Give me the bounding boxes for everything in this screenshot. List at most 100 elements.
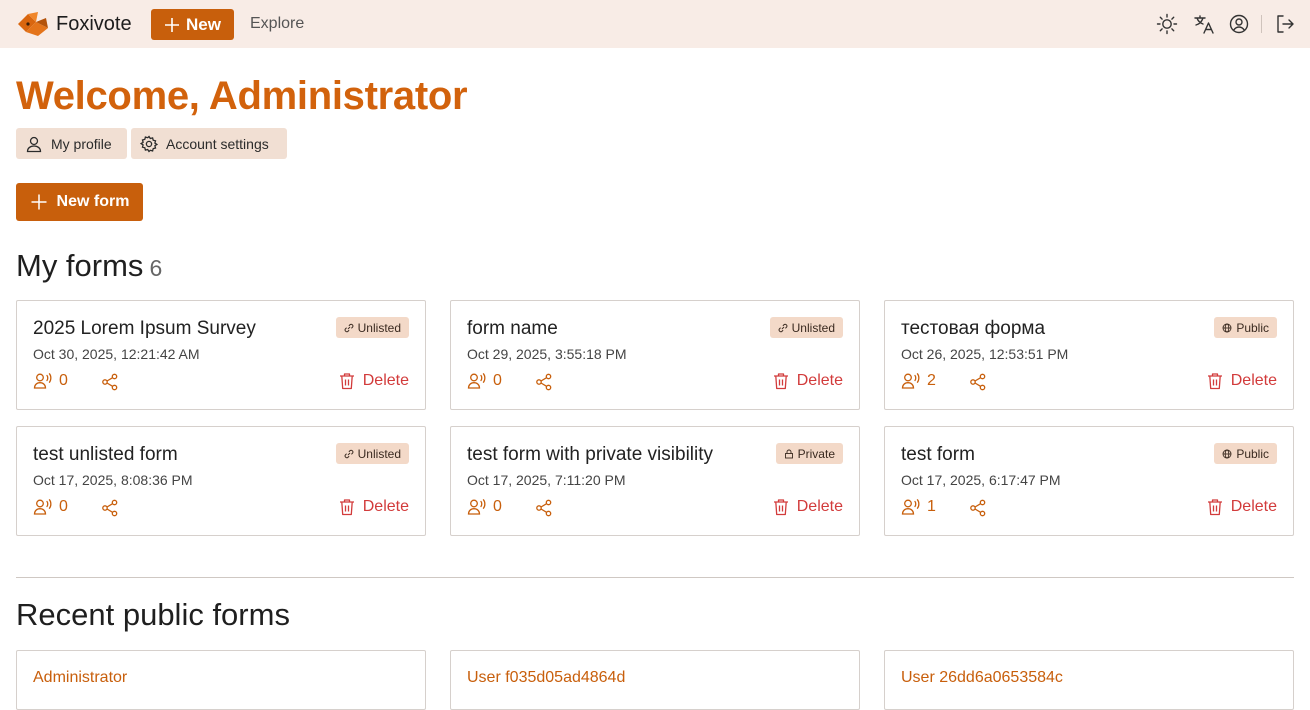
fox-logo[interactable] bbox=[16, 10, 50, 38]
visibility-label: Public bbox=[1236, 446, 1269, 461]
share-icon[interactable] bbox=[101, 373, 119, 391]
share-icon[interactable] bbox=[535, 373, 553, 391]
public-form-card[interactable]: User 26dd6a0653584c bbox=[884, 650, 1294, 710]
form-title[interactable]: test form with private visibility bbox=[467, 444, 713, 466]
delete-button[interactable]: Delete bbox=[773, 498, 843, 516]
explore-link[interactable]: Explore bbox=[250, 15, 304, 33]
my-forms-title: My forms bbox=[16, 248, 144, 283]
responses-icon bbox=[901, 499, 920, 515]
share-icon[interactable] bbox=[535, 499, 553, 517]
responses-count: 2 bbox=[927, 372, 936, 389]
form-card[interactable]: тестовая форма Oct 26, 2025, 12:53:51 PM P… bbox=[884, 300, 1294, 410]
form-date: Oct 17, 2025, 7:11:20 PM bbox=[467, 472, 626, 488]
form-title[interactable]: тестовая форма bbox=[901, 318, 1045, 340]
responses-count: 0 bbox=[59, 498, 68, 515]
author-link[interactable]: User f035d05ad4864d bbox=[467, 669, 625, 687]
responses-button[interactable]: 0 bbox=[467, 372, 502, 390]
trash-icon bbox=[1207, 499, 1222, 516]
recent-public-heading: Recent public forms bbox=[16, 597, 290, 632]
globe-icon bbox=[1222, 323, 1232, 332]
visibility-label: Private bbox=[797, 446, 835, 461]
account-settings-button[interactable]: Account settings bbox=[131, 128, 287, 159]
share-icon[interactable] bbox=[101, 499, 119, 517]
form-date: Oct 26, 2025, 12:53:51 PM bbox=[901, 346, 1069, 362]
author-link[interactable]: Administrator bbox=[33, 669, 127, 687]
page-title: Welcome, Administrator bbox=[16, 74, 468, 118]
delete-label: Delete bbox=[796, 498, 843, 515]
logout-icon[interactable] bbox=[1274, 13, 1296, 35]
my-profile-label: My profile bbox=[51, 135, 112, 152]
share-icon[interactable] bbox=[969, 373, 987, 391]
new-form-label: New form bbox=[56, 193, 130, 210]
public-form-card[interactable]: User f035d05ad4864d bbox=[450, 650, 860, 710]
form-card[interactable]: test unlisted form Oct 17, 2025, 8:08:36 … bbox=[16, 426, 426, 536]
visibility-label: Unlisted bbox=[357, 320, 401, 335]
visibility-label: Unlisted bbox=[791, 320, 835, 335]
plus-icon bbox=[165, 17, 180, 32]
lock-icon bbox=[784, 449, 793, 458]
new-form-button[interactable]: New form bbox=[16, 183, 143, 221]
responses-icon bbox=[33, 499, 52, 515]
trash-icon bbox=[773, 373, 788, 390]
responses-button[interactable]: 0 bbox=[33, 372, 68, 390]
gear-icon bbox=[140, 134, 158, 153]
delete-button[interactable]: Delete bbox=[1207, 372, 1277, 390]
visibility-badge: Unlisted bbox=[335, 443, 409, 464]
responses-button[interactable]: 1 bbox=[901, 498, 936, 516]
delete-button[interactable]: Delete bbox=[339, 372, 409, 390]
translate-icon[interactable] bbox=[1193, 13, 1215, 35]
form-date: Oct 17, 2025, 6:17:47 PM bbox=[901, 472, 1061, 488]
author-link[interactable]: User 26dd6a0653584c bbox=[901, 669, 1063, 687]
visibility-badge: Public bbox=[1214, 443, 1277, 464]
my-profile-button[interactable]: My profile bbox=[16, 128, 127, 159]
share-icon[interactable] bbox=[969, 499, 987, 517]
form-title[interactable]: test form bbox=[901, 444, 975, 466]
responses-icon bbox=[901, 373, 920, 389]
form-title[interactable]: 2025 Lorem Ipsum Survey bbox=[33, 318, 256, 340]
responses-count: 0 bbox=[493, 372, 502, 389]
delete-button[interactable]: Delete bbox=[773, 372, 843, 390]
responses-icon bbox=[467, 373, 486, 389]
trash-icon bbox=[339, 499, 354, 516]
form-card[interactable]: test form with private visibility Oct 17,… bbox=[450, 426, 860, 536]
section-divider bbox=[16, 577, 1294, 578]
responses-button[interactable]: 0 bbox=[33, 498, 68, 516]
form-date: Oct 30, 2025, 12:21:42 AM bbox=[33, 346, 200, 362]
sun-icon[interactable] bbox=[1156, 13, 1178, 35]
responses-count: 0 bbox=[493, 498, 502, 515]
form-card[interactable]: form name Oct 29, 2025, 3:55:18 PM Unliste… bbox=[450, 300, 860, 410]
form-card[interactable]: test form Oct 17, 2025, 6:17:47 PM Public 1… bbox=[884, 426, 1294, 536]
trash-icon bbox=[1207, 373, 1222, 390]
form-title[interactable]: test unlisted form bbox=[33, 444, 178, 466]
forms-count: 6 bbox=[149, 255, 163, 281]
responses-count: 0 bbox=[59, 372, 68, 389]
visibility-label: Unlisted bbox=[357, 446, 401, 461]
globe-icon bbox=[1222, 449, 1232, 458]
visibility-label: Public bbox=[1236, 320, 1269, 335]
responses-button[interactable]: 2 bbox=[901, 372, 936, 390]
form-card[interactable]: 2025 Lorem Ipsum Survey Oct 30, 2025, 12:… bbox=[16, 300, 426, 410]
visibility-badge: Private bbox=[775, 443, 843, 464]
delete-label: Delete bbox=[1230, 498, 1277, 515]
responses-count: 1 bbox=[927, 498, 936, 515]
form-title[interactable]: form name bbox=[467, 318, 558, 340]
delete-button[interactable]: Delete bbox=[1207, 498, 1277, 516]
public-form-card[interactable]: Administrator bbox=[16, 650, 426, 710]
link-icon bbox=[778, 323, 788, 332]
responses-icon bbox=[33, 373, 52, 389]
form-date: Oct 29, 2025, 3:55:18 PM bbox=[467, 346, 627, 362]
account-settings-label: Account settings bbox=[166, 135, 269, 152]
trash-icon bbox=[773, 499, 788, 516]
form-date: Oct 17, 2025, 8:08:36 PM bbox=[33, 472, 193, 488]
top-bar: Foxivote New Explore bbox=[0, 0, 1310, 48]
responses-button[interactable]: 0 bbox=[467, 498, 502, 516]
delete-label: Delete bbox=[796, 372, 843, 389]
visibility-badge: Unlisted bbox=[769, 317, 843, 338]
user-icon bbox=[26, 136, 42, 152]
brand-name[interactable]: Foxivote bbox=[56, 13, 132, 36]
visibility-badge: Unlisted bbox=[335, 317, 409, 338]
user-circle-icon[interactable] bbox=[1228, 13, 1250, 35]
delete-button[interactable]: Delete bbox=[339, 498, 409, 516]
new-button[interactable]: New bbox=[151, 9, 234, 40]
responses-icon bbox=[467, 499, 486, 515]
